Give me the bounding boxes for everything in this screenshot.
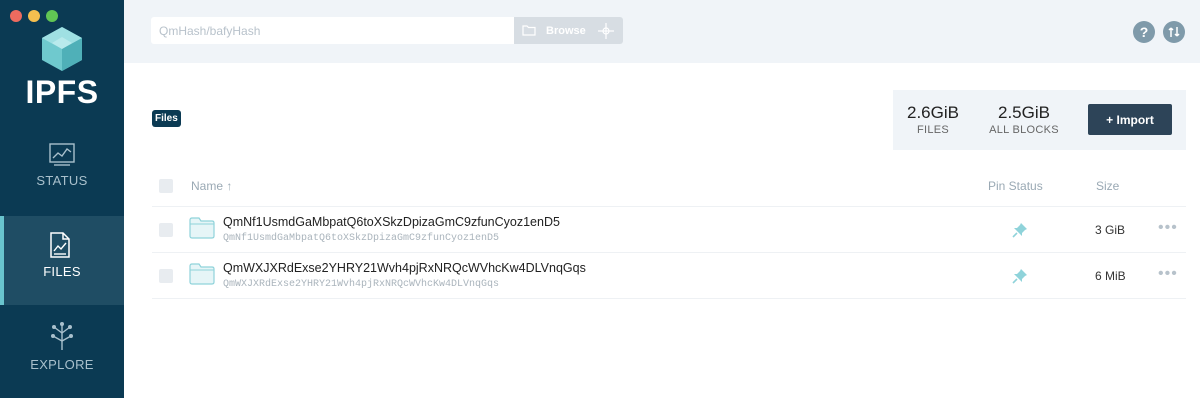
status-chart-icon: [49, 143, 75, 166]
files-size-value: 2.6GiB: [907, 103, 959, 122]
table-row[interactable]: QmNf1UsmdGaMbpatQ6toXSkzDpizaGmC9zfunCyo…: [152, 207, 1186, 253]
ipfs-update-button[interactable]: [1163, 21, 1185, 43]
sidebar-item-label: FILES: [43, 264, 81, 279]
sidebar: IPFS STATUS FILES EXPLORE: [0, 0, 124, 398]
table-row[interactable]: QmWXJXRdExse2YHRY21Wvh4pjRxNRQcWVhcKw4DL…: [152, 253, 1186, 299]
folder-icon: [189, 263, 215, 285]
ipfs-update-icon: [1168, 27, 1180, 37]
sidebar-item-status[interactable]: STATUS: [0, 127, 124, 216]
file-hash: QmNf1UsmdGaMbpatQ6toXSkzDpizaGmC9zfunCyo…: [223, 233, 500, 244]
zoom-window-button[interactable]: [46, 10, 58, 22]
ipfs-logo: IPFS: [0, 26, 124, 111]
browse-button[interactable]: Browse: [514, 17, 623, 44]
blocks-size-caption: ALL BLOCKS: [989, 124, 1059, 136]
file-name[interactable]: QmWXJXRdExse2YHRY21Wvh4pjRxNRQcWVhcKw4DL…: [223, 261, 586, 275]
import-button[interactable]: + Import: [1088, 104, 1172, 135]
size-column-header[interactable]: Size: [1096, 179, 1119, 193]
pin-status-column-header: Pin Status: [988, 179, 1043, 193]
folder-icon: [522, 25, 536, 36]
help-icon: ?: [1139, 24, 1149, 40]
blocks-stat: 2.5GiB ALL BLOCKS: [981, 103, 1067, 136]
files-size-caption: FILES: [916, 124, 950, 136]
minimize-window-button[interactable]: [28, 10, 40, 22]
row-checkbox[interactable]: [159, 223, 173, 237]
help-button[interactable]: ?: [1133, 21, 1155, 43]
ipfs-globe-icon: [597, 22, 614, 39]
ipfs-desktop-window: IPFS STATUS FILES EXPLORE QmHash/bafyHas…: [0, 0, 1200, 398]
window-controls: [10, 10, 58, 22]
files-stat: 2.6GiB FILES: [903, 103, 963, 136]
hash-search-input[interactable]: [151, 17, 514, 44]
blocks-size-value: 2.5GiB: [998, 103, 1050, 122]
browse-label: Browse: [546, 24, 586, 37]
sidebar-item-explore[interactable]: EXPLORE: [0, 305, 124, 394]
files-document-icon: [50, 232, 70, 258]
sidebar-item-label: STATUS: [36, 173, 88, 188]
sidebar-item-files[interactable]: FILES: [0, 216, 124, 305]
explore-tree-icon: [51, 322, 73, 350]
more-options-button[interactable]: •••: [1158, 219, 1178, 237]
more-options-button[interactable]: •••: [1158, 265, 1178, 283]
name-column-header[interactable]: Name ↑: [191, 179, 232, 193]
logo-text: IPFS: [25, 74, 99, 110]
file-size: 6 MiB: [1095, 269, 1126, 283]
ipfs-cube-icon: [42, 27, 82, 71]
files-table-header: Name ↑ Pin Status Size: [152, 170, 1186, 207]
file-name[interactable]: QmNf1UsmdGaMbpatQ6toXSkzDpizaGmC9zfunCyo…: [223, 215, 560, 229]
top-bar: Browse ?: [124, 0, 1200, 63]
file-size: 3 GiB: [1095, 223, 1126, 237]
file-hash: QmWXJXRdExse2YHRY21Wvh4pjRxNRQcWVhcKw4DL…: [223, 279, 500, 290]
breadcrumb-files[interactable]: Files: [152, 110, 181, 127]
folder-icon: [189, 217, 215, 239]
select-all-checkbox[interactable]: [159, 179, 173, 193]
sidebar-item-label: EXPLORE: [30, 357, 94, 372]
close-window-button[interactable]: [10, 10, 22, 22]
pin-icon[interactable]: [1012, 222, 1028, 238]
row-checkbox[interactable]: [159, 269, 173, 283]
pin-icon[interactable]: [1012, 268, 1028, 284]
